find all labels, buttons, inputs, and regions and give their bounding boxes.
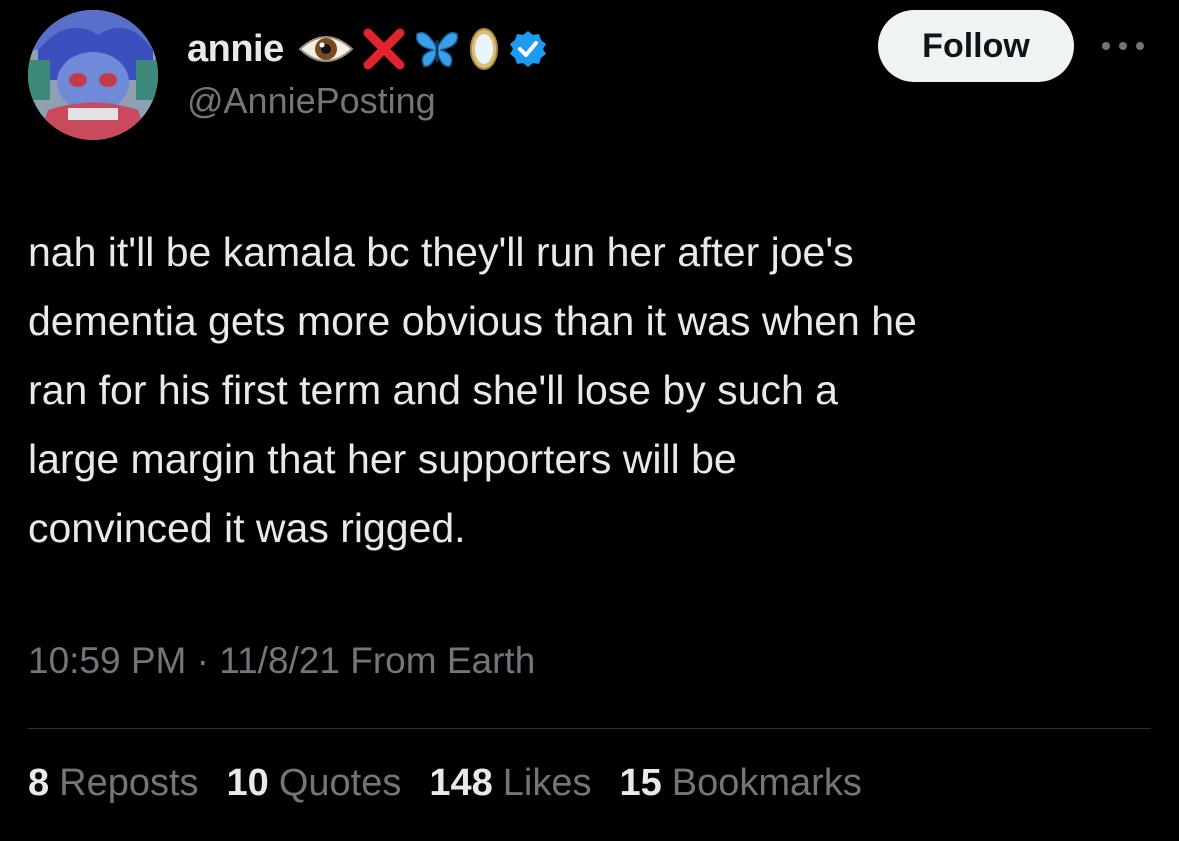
more-horizontal-icon[interactable] xyxy=(1098,34,1148,58)
bookmarks-label: Bookmarks xyxy=(671,762,862,804)
likes-label: Likes xyxy=(502,762,592,804)
likes-count: 148 xyxy=(429,762,493,804)
author-name-row[interactable]: annie xyxy=(187,24,548,74)
reposts-count: 8 xyxy=(28,762,50,804)
divider xyxy=(28,728,1151,729)
avatar-image xyxy=(28,10,158,140)
quotes-stat[interactable]: 10 Quotes xyxy=(227,762,402,805)
tweet-card: annie @AnniePosting Follow nah it'll be … xyxy=(0,0,1179,841)
follow-button[interactable]: Follow xyxy=(878,10,1074,82)
tweet-metadata: 10:59 PM · 11/8/21 From Earth xyxy=(28,640,535,682)
reposts-label: Reposts xyxy=(59,762,199,804)
eye-emoji-icon xyxy=(298,29,354,69)
author-display-name[interactable]: annie xyxy=(187,28,284,71)
verified-badge-icon xyxy=(508,29,548,69)
tweet-date[interactable]: 11/8/21 xyxy=(219,640,340,681)
bookmarks-stat[interactable]: 15 Bookmarks xyxy=(619,762,861,805)
butterfly-emoji-icon xyxy=(414,28,460,70)
meta-separator: · xyxy=(196,640,209,681)
avatar[interactable] xyxy=(28,10,158,140)
reposts-stat[interactable]: 8 Reposts xyxy=(28,762,199,805)
engagement-stats: 8 Reposts 10 Quotes 148 Likes 15 Bookmarks xyxy=(28,762,862,805)
likes-stat[interactable]: 148 Likes xyxy=(429,762,591,805)
red-x-emoji-icon xyxy=(362,27,406,71)
author-handle[interactable]: @AnniePosting xyxy=(187,80,436,122)
quotes-label: Quotes xyxy=(278,762,402,804)
tweet-time[interactable]: 10:59 PM xyxy=(28,640,186,681)
mirror-emoji-icon xyxy=(468,26,500,72)
tweet-text: nah it'll be kamala bc they'll run her a… xyxy=(28,229,917,551)
bookmarks-count: 15 xyxy=(619,762,662,804)
quotes-count: 10 xyxy=(226,762,269,804)
tweet-source: From Earth xyxy=(350,640,536,681)
